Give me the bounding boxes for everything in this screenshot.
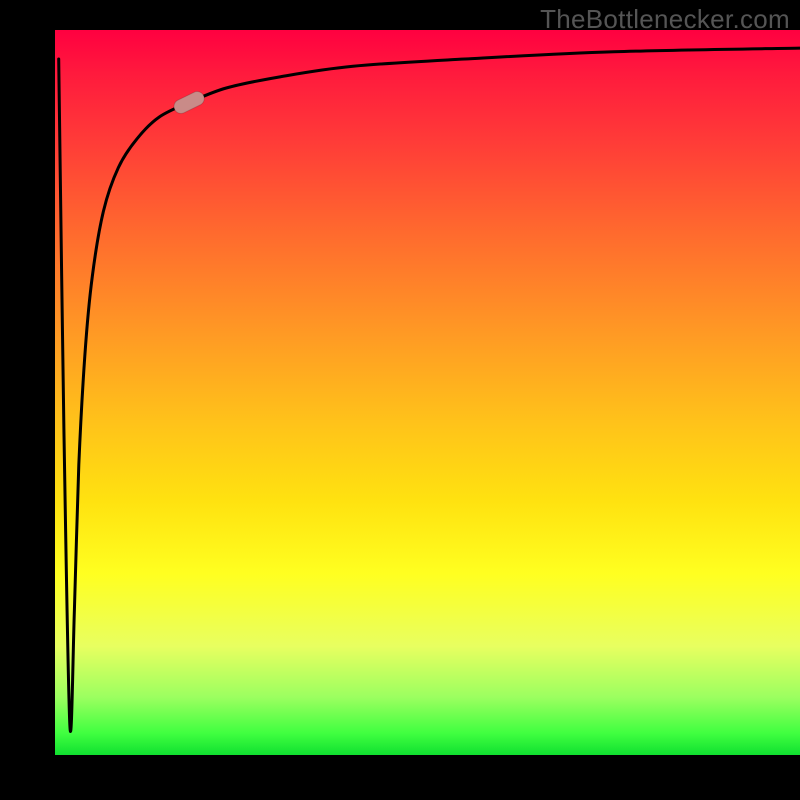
plot-gradient-area xyxy=(55,30,800,755)
curve-marker xyxy=(172,89,207,116)
bottleneck-curve-svg xyxy=(55,30,800,755)
marker-pill-icon xyxy=(172,89,207,116)
bottleneck-curve-path xyxy=(59,48,800,731)
chart-frame: TheBottlenecker.com xyxy=(0,0,800,800)
